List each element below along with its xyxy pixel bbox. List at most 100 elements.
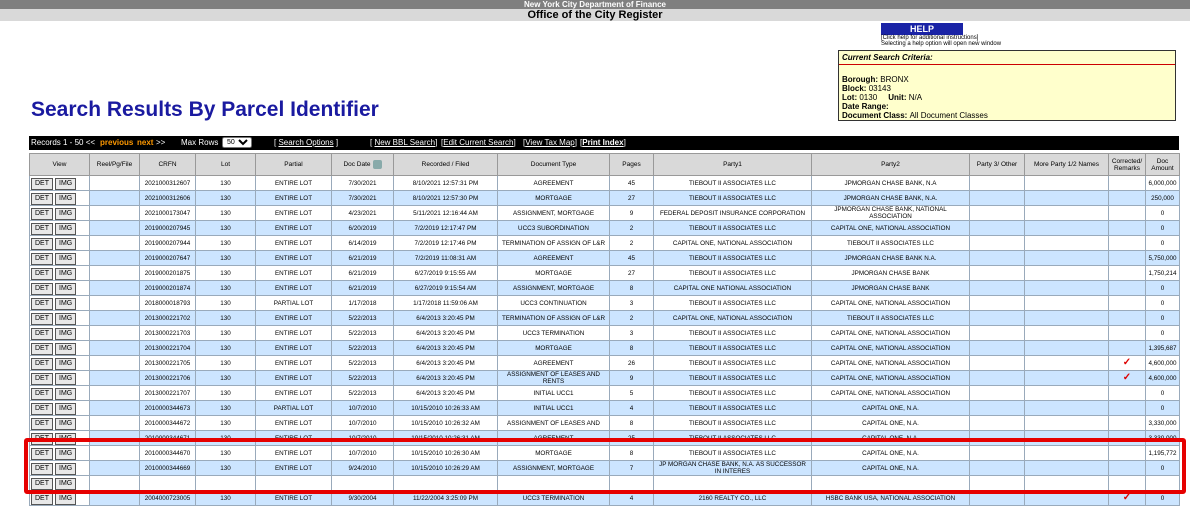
- det-button[interactable]: DET: [31, 253, 53, 265]
- partial-cell: ENTIRE LOT: [255, 220, 332, 236]
- reel-cell: [89, 190, 140, 206]
- print-index-group: [Print Index]: [580, 138, 626, 147]
- pages-cell: 2: [609, 310, 654, 326]
- view-tax-map-link[interactable]: View Tax Map: [525, 138, 575, 147]
- partial-cell: ENTIRE LOT: [255, 280, 332, 296]
- det-button[interactable]: DET: [31, 238, 53, 250]
- det-button[interactable]: DET: [31, 178, 53, 190]
- det-button[interactable]: DET: [31, 433, 53, 445]
- party2-cell: CAPITAL ONE, N.A.: [811, 460, 970, 476]
- det-button[interactable]: DET: [31, 373, 53, 385]
- amount-cell: 1,395,687: [1145, 340, 1180, 356]
- det-button[interactable]: DET: [31, 193, 53, 205]
- img-button[interactable]: IMG: [55, 493, 77, 505]
- pages-cell: 45: [609, 175, 654, 191]
- amount-cell: 0: [1145, 490, 1180, 506]
- search-options-link[interactable]: Search Options: [278, 138, 333, 147]
- print-index-link[interactable]: Print Index: [582, 138, 623, 147]
- img-button[interactable]: IMG: [55, 388, 77, 400]
- det-button[interactable]: DET: [31, 328, 53, 340]
- reel-cell: [89, 325, 140, 341]
- img-button[interactable]: IMG: [55, 193, 77, 205]
- partial-cell: ENTIRE LOT: [255, 445, 332, 461]
- recorded-cell: 5/11/2021 12:16:44 AM: [393, 205, 498, 221]
- doc-type-cell: ASSIGNMENT, MORTGAGE: [497, 205, 610, 221]
- party1-cell: TIEBOUT II ASSOCIATES LLC: [653, 175, 812, 191]
- new-bbl-search-link[interactable]: New BBL Search: [374, 138, 435, 147]
- amount-cell: 0: [1145, 205, 1180, 221]
- img-button[interactable]: IMG: [55, 313, 77, 325]
- crfn-cell: 2013000221706: [139, 370, 196, 386]
- det-button[interactable]: DET: [31, 208, 53, 220]
- img-button[interactable]: IMG: [55, 403, 77, 415]
- previous-link[interactable]: previous: [100, 136, 133, 150]
- block-value: 03143: [868, 84, 891, 93]
- party3-cell: [969, 235, 1025, 251]
- doc-type-cell: TERMINATION OF ASSIGN OF L&R: [497, 310, 610, 326]
- det-button[interactable]: DET: [31, 343, 53, 355]
- col-lot: Lot: [195, 153, 256, 176]
- recorded-cell: 6/27/2019 9:15:54 AM: [393, 280, 498, 296]
- img-button[interactable]: IMG: [55, 283, 77, 295]
- pages-cell: 9: [609, 205, 654, 221]
- det-button[interactable]: DET: [31, 463, 53, 475]
- partial-cell: ENTIRE LOT: [255, 190, 332, 206]
- det-button[interactable]: DET: [31, 313, 53, 325]
- det-button[interactable]: DET: [31, 448, 53, 460]
- crfn-cell: 2021000173047: [139, 205, 196, 221]
- det-button[interactable]: DET: [31, 298, 53, 310]
- det-button[interactable]: DET: [31, 478, 53, 490]
- party2-cell: CAPITAL ONE, NATIONAL ASSOCIATION: [811, 220, 970, 236]
- img-button[interactable]: IMG: [55, 343, 77, 355]
- img-button[interactable]: IMG: [55, 253, 77, 265]
- img-button[interactable]: IMG: [55, 418, 77, 430]
- img-button[interactable]: IMG: [55, 463, 77, 475]
- det-button[interactable]: DET: [31, 403, 53, 415]
- next-link[interactable]: next: [137, 136, 153, 150]
- amount-cell: 6,000,000: [1145, 175, 1180, 191]
- img-button[interactable]: IMG: [55, 358, 77, 370]
- partial-cell: ENTIRE LOT: [255, 490, 332, 506]
- edit-current-search-link[interactable]: Edit Current Search: [443, 138, 513, 147]
- det-button[interactable]: DET: [31, 283, 53, 295]
- det-button[interactable]: DET: [31, 493, 53, 505]
- det-button[interactable]: DET: [31, 223, 53, 235]
- corrected-cell: [1108, 385, 1146, 401]
- doc-type-cell: MORTGAGE: [497, 340, 610, 356]
- table-row: DET IMG 2010000344669 130 ENTIRE LOT 9/24/201…: [29, 460, 1180, 476]
- help-button[interactable]: HELP: [881, 23, 963, 35]
- img-button[interactable]: IMG: [55, 328, 77, 340]
- img-button[interactable]: IMG: [55, 268, 77, 280]
- amount-cell: 0: [1145, 295, 1180, 311]
- det-button[interactable]: DET: [31, 418, 53, 430]
- party3-cell: [969, 385, 1025, 401]
- partial-cell: PARTIAL LOT: [255, 295, 332, 311]
- col-recorded: Recorded / Filed: [393, 153, 498, 176]
- img-button[interactable]: IMG: [55, 208, 77, 220]
- img-button[interactable]: IMG: [55, 178, 77, 190]
- col-doc-date[interactable]: Doc Date: [331, 153, 394, 176]
- img-button[interactable]: IMG: [55, 433, 77, 445]
- reel-cell: [89, 460, 140, 476]
- img-button[interactable]: IMG: [55, 448, 77, 460]
- more-party-cell: [1024, 430, 1109, 446]
- img-button[interactable]: IMG: [55, 478, 77, 490]
- partial-cell: ENTIRE LOT: [255, 355, 332, 371]
- det-button[interactable]: DET: [31, 388, 53, 400]
- det-button[interactable]: DET: [31, 268, 53, 280]
- crfn-cell: 2004000723005: [139, 490, 196, 506]
- img-button[interactable]: IMG: [55, 223, 77, 235]
- party2-cell: TIEBOUT II ASSOCIATES LLC: [811, 310, 970, 326]
- corrected-cell: [1108, 475, 1146, 491]
- img-button[interactable]: IMG: [55, 298, 77, 310]
- checkmark-icon: ✓: [1122, 372, 1132, 383]
- reel-cell: [89, 250, 140, 266]
- max-rows-select[interactable]: 50: [222, 137, 252, 148]
- party3-cell: [969, 295, 1025, 311]
- corrected-cell: [1108, 310, 1146, 326]
- table-row: DET IMG 2019000207945 130 ENTIRE LOT 6/20/201…: [29, 220, 1180, 236]
- sort-icon[interactable]: [372, 160, 382, 169]
- img-button[interactable]: IMG: [55, 238, 77, 250]
- img-button[interactable]: IMG: [55, 373, 77, 385]
- det-button[interactable]: DET: [31, 358, 53, 370]
